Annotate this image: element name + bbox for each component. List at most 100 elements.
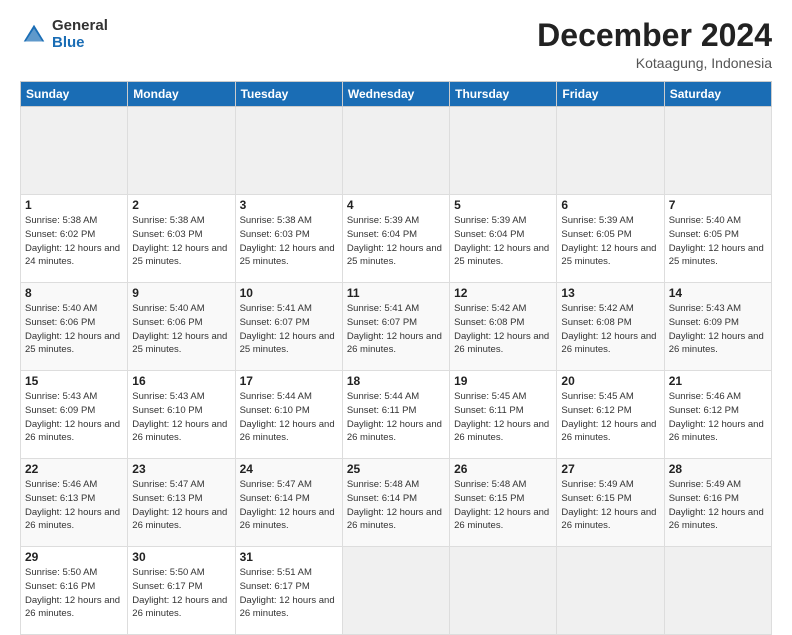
calendar-cell bbox=[664, 547, 771, 635]
day-info: Sunrise: 5:46 AMSunset: 6:12 PMDaylight:… bbox=[669, 391, 764, 443]
day-info: Sunrise: 5:38 AMSunset: 6:03 PMDaylight:… bbox=[240, 215, 335, 267]
day-number: 13 bbox=[561, 286, 659, 300]
day-info: Sunrise: 5:39 AMSunset: 6:05 PMDaylight:… bbox=[561, 215, 656, 267]
calendar-cell: 29 Sunrise: 5:50 AMSunset: 6:16 PMDaylig… bbox=[21, 547, 128, 635]
calendar-cell: 5 Sunrise: 5:39 AMSunset: 6:04 PMDayligh… bbox=[450, 195, 557, 283]
day-info: Sunrise: 5:45 AMSunset: 6:11 PMDaylight:… bbox=[454, 391, 549, 443]
calendar-cell: 10 Sunrise: 5:41 AMSunset: 6:07 PMDaylig… bbox=[235, 283, 342, 371]
day-info: Sunrise: 5:39 AMSunset: 6:04 PMDaylight:… bbox=[347, 215, 442, 267]
logo-icon bbox=[20, 21, 48, 49]
calendar-cell: 2 Sunrise: 5:38 AMSunset: 6:03 PMDayligh… bbox=[128, 195, 235, 283]
day-number: 14 bbox=[669, 286, 767, 300]
calendar-cell: 24 Sunrise: 5:47 AMSunset: 6:14 PMDaylig… bbox=[235, 459, 342, 547]
calendar-header-cell: Tuesday bbox=[235, 82, 342, 107]
day-number: 3 bbox=[240, 198, 338, 212]
calendar-cell: 30 Sunrise: 5:50 AMSunset: 6:17 PMDaylig… bbox=[128, 547, 235, 635]
day-number: 6 bbox=[561, 198, 659, 212]
day-info: Sunrise: 5:40 AMSunset: 6:06 PMDaylight:… bbox=[132, 303, 227, 355]
day-info: Sunrise: 5:49 AMSunset: 6:16 PMDaylight:… bbox=[669, 479, 764, 531]
calendar-cell: 22 Sunrise: 5:46 AMSunset: 6:13 PMDaylig… bbox=[21, 459, 128, 547]
day-number: 18 bbox=[347, 374, 445, 388]
day-number: 16 bbox=[132, 374, 230, 388]
day-number: 22 bbox=[25, 462, 123, 476]
calendar-cell: 28 Sunrise: 5:49 AMSunset: 6:16 PMDaylig… bbox=[664, 459, 771, 547]
calendar-cell: 3 Sunrise: 5:38 AMSunset: 6:03 PMDayligh… bbox=[235, 195, 342, 283]
logo-general: General bbox=[52, 18, 108, 35]
day-info: Sunrise: 5:43 AMSunset: 6:10 PMDaylight:… bbox=[132, 391, 227, 443]
calendar-cell: 25 Sunrise: 5:48 AMSunset: 6:14 PMDaylig… bbox=[342, 459, 449, 547]
day-info: Sunrise: 5:40 AMSunset: 6:06 PMDaylight:… bbox=[25, 303, 120, 355]
day-info: Sunrise: 5:42 AMSunset: 6:08 PMDaylight:… bbox=[561, 303, 656, 355]
day-info: Sunrise: 5:38 AMSunset: 6:02 PMDaylight:… bbox=[25, 215, 120, 267]
calendar-header-cell: Wednesday bbox=[342, 82, 449, 107]
day-info: Sunrise: 5:38 AMSunset: 6:03 PMDaylight:… bbox=[132, 215, 227, 267]
day-info: Sunrise: 5:44 AMSunset: 6:11 PMDaylight:… bbox=[347, 391, 442, 443]
calendar-table: SundayMondayTuesdayWednesdayThursdayFrid… bbox=[20, 81, 772, 635]
main-title: December 2024 bbox=[537, 18, 772, 53]
calendar-header-cell: Saturday bbox=[664, 82, 771, 107]
day-number: 24 bbox=[240, 462, 338, 476]
calendar-cell: 17 Sunrise: 5:44 AMSunset: 6:10 PMDaylig… bbox=[235, 371, 342, 459]
day-number: 31 bbox=[240, 550, 338, 564]
logo-text: General Blue bbox=[52, 18, 108, 51]
day-info: Sunrise: 5:39 AMSunset: 6:04 PMDaylight:… bbox=[454, 215, 549, 267]
calendar-cell bbox=[557, 107, 664, 195]
day-info: Sunrise: 5:44 AMSunset: 6:10 PMDaylight:… bbox=[240, 391, 335, 443]
day-number: 12 bbox=[454, 286, 552, 300]
day-number: 15 bbox=[25, 374, 123, 388]
calendar-cell: 1 Sunrise: 5:38 AMSunset: 6:02 PMDayligh… bbox=[21, 195, 128, 283]
calendar-week-row bbox=[21, 107, 772, 195]
calendar-cell: 9 Sunrise: 5:40 AMSunset: 6:06 PMDayligh… bbox=[128, 283, 235, 371]
calendar-cell: 6 Sunrise: 5:39 AMSunset: 6:05 PMDayligh… bbox=[557, 195, 664, 283]
day-info: Sunrise: 5:41 AMSunset: 6:07 PMDaylight:… bbox=[240, 303, 335, 355]
day-number: 11 bbox=[347, 286, 445, 300]
calendar-cell: 14 Sunrise: 5:43 AMSunset: 6:09 PMDaylig… bbox=[664, 283, 771, 371]
day-info: Sunrise: 5:48 AMSunset: 6:15 PMDaylight:… bbox=[454, 479, 549, 531]
day-info: Sunrise: 5:49 AMSunset: 6:15 PMDaylight:… bbox=[561, 479, 656, 531]
calendar-cell bbox=[664, 107, 771, 195]
day-number: 21 bbox=[669, 374, 767, 388]
calendar-week-row: 29 Sunrise: 5:50 AMSunset: 6:16 PMDaylig… bbox=[21, 547, 772, 635]
calendar-week-row: 22 Sunrise: 5:46 AMSunset: 6:13 PMDaylig… bbox=[21, 459, 772, 547]
calendar-cell: 27 Sunrise: 5:49 AMSunset: 6:15 PMDaylig… bbox=[557, 459, 664, 547]
day-number: 10 bbox=[240, 286, 338, 300]
day-info: Sunrise: 5:43 AMSunset: 6:09 PMDaylight:… bbox=[25, 391, 120, 443]
calendar-cell: 21 Sunrise: 5:46 AMSunset: 6:12 PMDaylig… bbox=[664, 371, 771, 459]
day-info: Sunrise: 5:47 AMSunset: 6:13 PMDaylight:… bbox=[132, 479, 227, 531]
calendar-cell bbox=[557, 547, 664, 635]
header: General Blue December 2024 Kotaagung, In… bbox=[20, 18, 772, 71]
day-info: Sunrise: 5:46 AMSunset: 6:13 PMDaylight:… bbox=[25, 479, 120, 531]
calendar-cell: 7 Sunrise: 5:40 AMSunset: 6:05 PMDayligh… bbox=[664, 195, 771, 283]
calendar-cell bbox=[450, 547, 557, 635]
calendar-cell: 11 Sunrise: 5:41 AMSunset: 6:07 PMDaylig… bbox=[342, 283, 449, 371]
day-number: 25 bbox=[347, 462, 445, 476]
calendar-cell bbox=[235, 107, 342, 195]
calendar-cell: 23 Sunrise: 5:47 AMSunset: 6:13 PMDaylig… bbox=[128, 459, 235, 547]
calendar-body: 1 Sunrise: 5:38 AMSunset: 6:02 PMDayligh… bbox=[21, 107, 772, 635]
calendar-week-row: 1 Sunrise: 5:38 AMSunset: 6:02 PMDayligh… bbox=[21, 195, 772, 283]
day-number: 23 bbox=[132, 462, 230, 476]
calendar-cell: 31 Sunrise: 5:51 AMSunset: 6:17 PMDaylig… bbox=[235, 547, 342, 635]
day-number: 4 bbox=[347, 198, 445, 212]
day-info: Sunrise: 5:45 AMSunset: 6:12 PMDaylight:… bbox=[561, 391, 656, 443]
calendar-cell bbox=[450, 107, 557, 195]
day-info: Sunrise: 5:47 AMSunset: 6:14 PMDaylight:… bbox=[240, 479, 335, 531]
calendar-cell: 8 Sunrise: 5:40 AMSunset: 6:06 PMDayligh… bbox=[21, 283, 128, 371]
day-info: Sunrise: 5:48 AMSunset: 6:14 PMDaylight:… bbox=[347, 479, 442, 531]
day-number: 26 bbox=[454, 462, 552, 476]
day-number: 5 bbox=[454, 198, 552, 212]
calendar-cell: 12 Sunrise: 5:42 AMSunset: 6:08 PMDaylig… bbox=[450, 283, 557, 371]
day-number: 1 bbox=[25, 198, 123, 212]
day-info: Sunrise: 5:41 AMSunset: 6:07 PMDaylight:… bbox=[347, 303, 442, 355]
day-info: Sunrise: 5:43 AMSunset: 6:09 PMDaylight:… bbox=[669, 303, 764, 355]
calendar-cell: 13 Sunrise: 5:42 AMSunset: 6:08 PMDaylig… bbox=[557, 283, 664, 371]
calendar-cell bbox=[342, 547, 449, 635]
calendar-cell bbox=[342, 107, 449, 195]
day-number: 17 bbox=[240, 374, 338, 388]
calendar-cell bbox=[128, 107, 235, 195]
page: General Blue December 2024 Kotaagung, In… bbox=[0, 0, 792, 612]
calendar-header-cell: Monday bbox=[128, 82, 235, 107]
day-number: 7 bbox=[669, 198, 767, 212]
logo: General Blue bbox=[20, 18, 108, 51]
logo-blue: Blue bbox=[52, 35, 108, 52]
